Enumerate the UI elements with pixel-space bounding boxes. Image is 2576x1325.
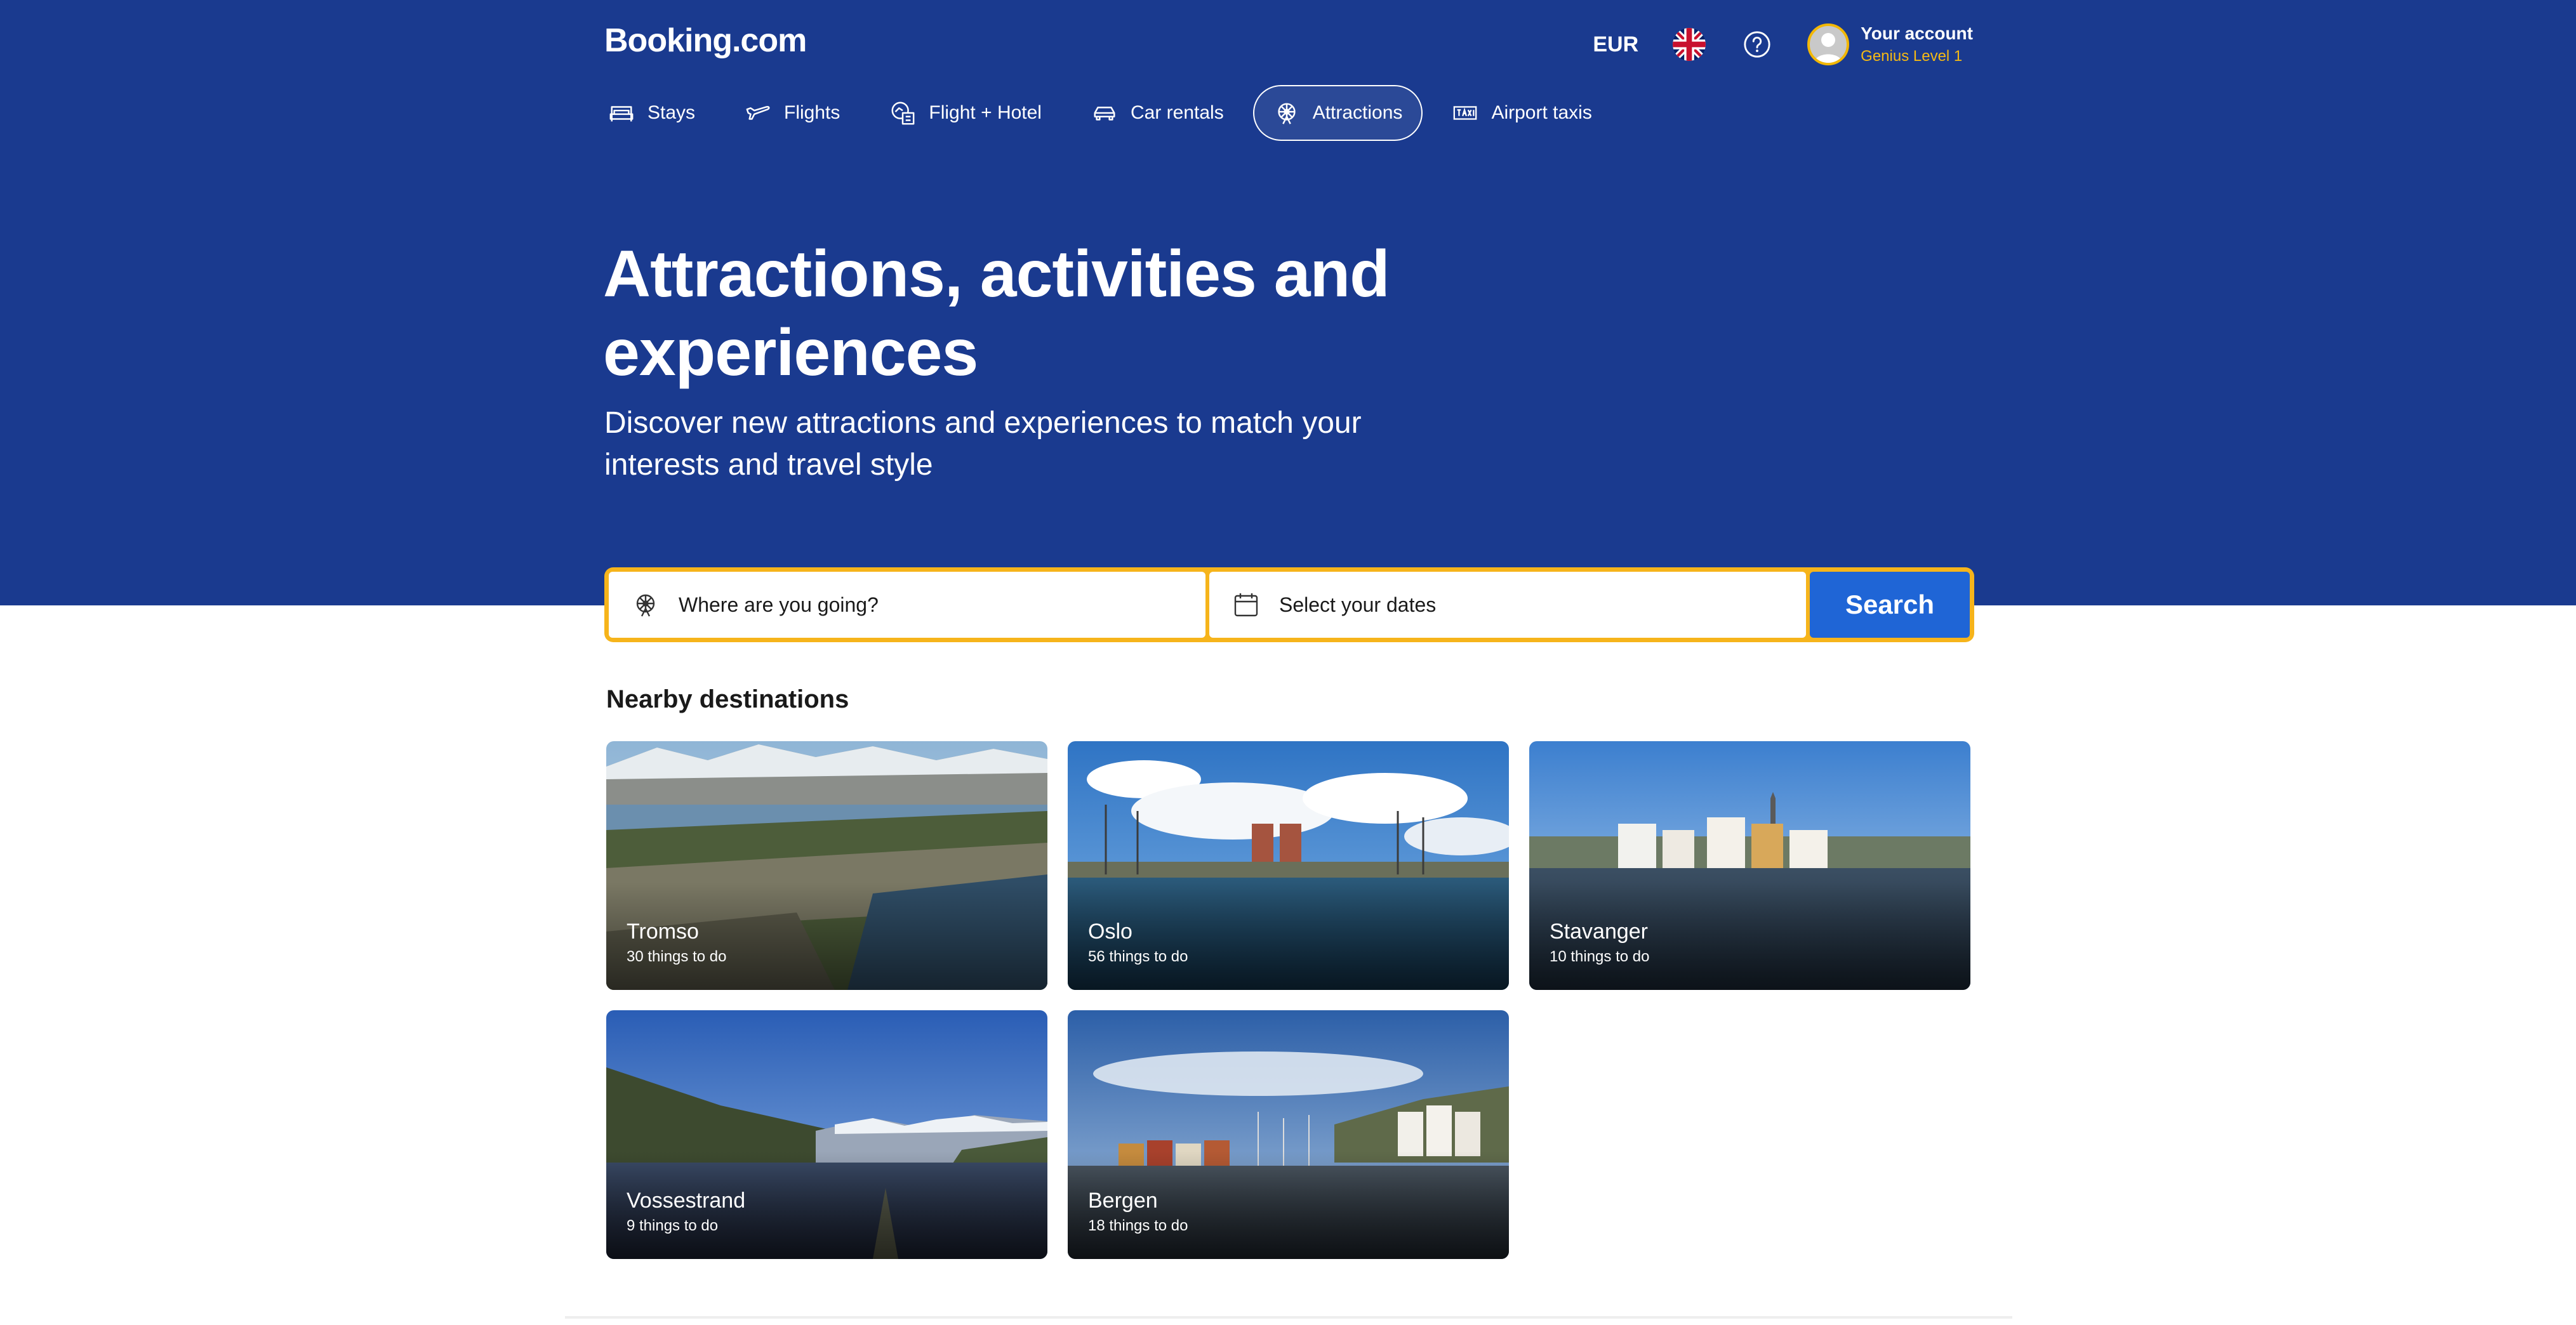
- destination-name: Stavanger: [1550, 920, 1648, 944]
- header-actions: EUR Your account Genius Level 1: [1590, 0, 1973, 89]
- bed-icon: [609, 106, 634, 122]
- search-bar: Where are you going? Select your dates S…: [604, 567, 1974, 642]
- tab-airport-taxis[interactable]: Airport taxis: [1431, 85, 1612, 141]
- product-nav: Stays Flights Flight + Hotel Car rentals…: [604, 85, 1621, 141]
- destination-count: 30 things to do: [627, 948, 727, 965]
- destination-name: Bergen: [1088, 1189, 1158, 1213]
- destination-card-bergen[interactable]: Bergen 18 things to do: [1068, 1010, 1509, 1259]
- taxi-icon: [1454, 106, 1477, 120]
- page-subtitle: Discover new attractions and experiences…: [604, 406, 1362, 482]
- account-name: Your account: [1861, 23, 1973, 43]
- divider: [565, 1316, 2012, 1319]
- destination-count: 9 things to do: [627, 1217, 719, 1234]
- tab-car-rentals[interactable]: Car rentals: [1071, 85, 1244, 141]
- destination-card-tromso[interactable]: Tromso 30 things to do: [606, 741, 1047, 990]
- tab-label: Flight + Hotel: [929, 102, 1042, 123]
- destination-count: 56 things to do: [1088, 948, 1188, 965]
- tab-label: Car rentals: [1130, 102, 1224, 123]
- dates-input[interactable]: Select your dates: [1209, 572, 1806, 638]
- tab-label: Airport taxis: [1491, 102, 1592, 123]
- destination-card-oslo[interactable]: Oslo 56 things to do: [1068, 741, 1509, 990]
- uk-flag-icon[interactable]: [1673, 28, 1706, 61]
- tab-flight-hotel[interactable]: Flight + Hotel: [869, 85, 1062, 141]
- dates-placeholder: Select your dates: [1279, 593, 1437, 616]
- search-button[interactable]: Search: [1810, 572, 1970, 638]
- destination-grid: Tromso 30 things to do Oslo 56 things to…: [606, 741, 1972, 1259]
- destination-count: 10 things to do: [1550, 948, 1650, 965]
- tab-stays[interactable]: Stays: [604, 85, 715, 141]
- currency-button[interactable]: EUR: [1590, 23, 1641, 66]
- avatar: [1807, 23, 1850, 65]
- destination-name: Vossestrand: [627, 1189, 746, 1213]
- destination-name: Tromso: [627, 920, 699, 944]
- attractions-icon: [1278, 103, 1296, 124]
- user-silhouette-icon: [1814, 33, 1843, 63]
- section-title: Nearby destinations: [606, 685, 849, 713]
- tab-label: Flights: [784, 102, 840, 123]
- car-icon: [1094, 107, 1115, 121]
- tab-label: Attractions: [1312, 102, 1403, 123]
- destination-count: 18 things to do: [1088, 1217, 1188, 1234]
- destination-card-stavanger[interactable]: Stavanger 10 things to do: [1529, 741, 1970, 990]
- account-menu[interactable]: Your account Genius Level 1: [1807, 23, 1973, 65]
- account-text: Your account Genius Level 1: [1861, 23, 1973, 65]
- brand-logo[interactable]: Booking.com: [604, 22, 807, 60]
- tab-flights[interactable]: Flights: [724, 85, 860, 141]
- flight-hotel-icon: [891, 102, 915, 125]
- destination-name: Oslo: [1088, 920, 1132, 944]
- genius-level: Genius Level 1: [1861, 48, 1963, 65]
- tab-attractions[interactable]: Attractions: [1252, 85, 1423, 141]
- hero-header: Booking.com EUR Your account Genius Leve…: [0, 0, 2576, 605]
- calendar-icon: [1234, 593, 1258, 617]
- plane-icon: [746, 106, 770, 120]
- destination-card-vossestrand[interactable]: Vossestrand 9 things to do: [606, 1010, 1047, 1259]
- help-icon[interactable]: [1743, 30, 1772, 59]
- destination-placeholder: Where are you going?: [679, 593, 879, 616]
- card-shade: [1068, 882, 1509, 990]
- destination-input[interactable]: Where are you going?: [609, 572, 1205, 638]
- page-title: Attractions, activities and experiences: [603, 237, 1390, 390]
- tab-label: Stays: [647, 102, 696, 123]
- attractions-icon: [636, 594, 655, 617]
